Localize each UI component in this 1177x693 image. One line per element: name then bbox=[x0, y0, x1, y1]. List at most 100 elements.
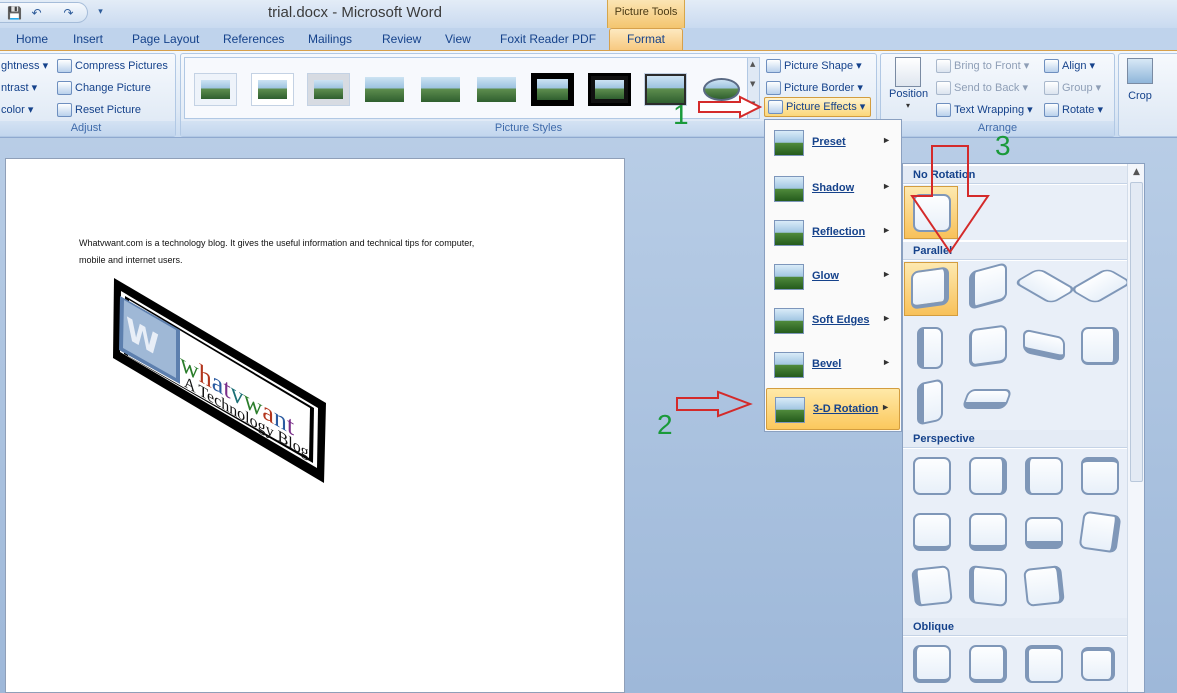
rotate-button[interactable]: Rotate ▾ bbox=[1044, 101, 1103, 119]
tab-insert[interactable]: Insert bbox=[73, 32, 103, 46]
section-no-rotation: No Rotation bbox=[903, 166, 1127, 184]
change-picture-button[interactable]: Change Picture bbox=[57, 79, 151, 97]
tab-home[interactable]: Home bbox=[16, 32, 48, 46]
ribbon-tab-row: Home Insert Page Layout References Maili… bbox=[0, 28, 1177, 50]
bring-to-front-button[interactable]: Bring to Front ▾ bbox=[936, 57, 1029, 75]
crop-icon bbox=[1127, 58, 1153, 84]
parallel-option[interactable] bbox=[917, 327, 943, 369]
position-button[interactable]: Position ▾ bbox=[889, 57, 929, 115]
parallel-option[interactable] bbox=[917, 378, 943, 426]
window-title: trial.docx - Microsoft Word bbox=[268, 4, 442, 21]
oblique-option[interactable] bbox=[1081, 647, 1115, 681]
menu-item-soft-edges[interactable]: Soft Edges ► bbox=[766, 300, 900, 342]
menu-item-preset[interactable]: Preset ► bbox=[766, 122, 900, 164]
crop-button[interactable]: Crop bbox=[1125, 58, 1155, 116]
parallel-option[interactable] bbox=[1023, 328, 1065, 362]
tab-format-label: Format bbox=[626, 32, 665, 46]
parallel-area bbox=[903, 261, 1134, 436]
menu-item-reflection[interactable]: Reflection ► bbox=[766, 212, 900, 254]
perspective-option[interactable] bbox=[969, 565, 1007, 607]
perspective-option[interactable] bbox=[911, 565, 953, 607]
picture-border-icon bbox=[766, 81, 781, 96]
reset-picture-button[interactable]: Reset Picture bbox=[57, 101, 141, 119]
adjust-group: ghtness ▾ ntrast ▾ color ▾ Compress Pict… bbox=[0, 53, 176, 137]
brightness-button[interactable]: ghtness ▾ bbox=[1, 57, 48, 75]
picture-style-thumb[interactable] bbox=[251, 73, 294, 106]
picture-style-thumb[interactable] bbox=[475, 73, 518, 106]
scroll-up-icon[interactable]: ▲ bbox=[1128, 164, 1144, 181]
text-wrapping-button[interactable]: Text Wrapping ▾ bbox=[936, 101, 1033, 119]
crop-label: Crop bbox=[1128, 90, 1152, 102]
parallel-option[interactable] bbox=[969, 324, 1007, 368]
parallel-option[interactable] bbox=[969, 261, 1007, 311]
parallel-option[interactable] bbox=[961, 389, 1013, 409]
perspective-option[interactable] bbox=[1081, 457, 1119, 495]
tab-format[interactable]: Format bbox=[609, 28, 683, 50]
contrast-button[interactable]: ntrast ▾ bbox=[1, 79, 37, 97]
tab-references[interactable]: References bbox=[223, 32, 284, 46]
picture-effects-button[interactable]: Picture Effects ▾ bbox=[764, 97, 871, 117]
parallel-option[interactable] bbox=[1012, 267, 1078, 305]
picture-style-thumb[interactable] bbox=[194, 73, 237, 106]
3d-rotation-gallery: No Rotation Parallel Perspective Oblique… bbox=[902, 163, 1145, 693]
tab-page-layout[interactable]: Page Layout bbox=[132, 32, 199, 46]
send-to-back-icon bbox=[936, 81, 951, 96]
submenu-arrow-icon: ► bbox=[882, 135, 891, 145]
perspective-option[interactable] bbox=[969, 457, 1007, 495]
perspective-option[interactable] bbox=[913, 457, 951, 495]
menu-item-shadow[interactable]: Shadow ► bbox=[766, 168, 900, 210]
undo-icon[interactable]: ↶ bbox=[28, 5, 45, 21]
perspective-option[interactable] bbox=[1025, 517, 1063, 549]
group-icon bbox=[1044, 81, 1059, 96]
perspective-option[interactable] bbox=[1078, 510, 1122, 554]
picture-tools-label: Picture Tools bbox=[614, 6, 678, 18]
oblique-option[interactable] bbox=[969, 645, 1007, 683]
customize-qat-icon[interactable]: ▾ bbox=[92, 4, 109, 20]
arrange-group: Position ▾ Bring to Front ▾ Send to Back… bbox=[880, 53, 1115, 137]
no-rotation-area bbox=[903, 185, 1127, 240]
group-button[interactable]: Group ▾ bbox=[1044, 79, 1101, 97]
adjust-group-label: Adjust bbox=[0, 121, 175, 136]
oblique-option[interactable] bbox=[913, 645, 951, 683]
menu-item-bevel[interactable]: Bevel ► bbox=[766, 344, 900, 386]
preset-icon bbox=[774, 130, 804, 156]
menu-item-glow[interactable]: Glow ► bbox=[766, 256, 900, 298]
picture-style-thumb[interactable] bbox=[531, 73, 574, 106]
save-icon[interactable]: 💾 bbox=[6, 5, 23, 21]
align-button[interactable]: Align ▾ bbox=[1044, 57, 1095, 75]
compress-pictures-button[interactable]: Compress Pictures bbox=[57, 57, 168, 75]
picture-style-thumb[interactable] bbox=[363, 73, 406, 106]
send-to-back-button[interactable]: Send to Back ▾ bbox=[936, 79, 1028, 97]
parallel-option[interactable] bbox=[1068, 267, 1134, 305]
tab-view[interactable]: View bbox=[445, 32, 471, 46]
document-line-2: mobile and internet users. bbox=[79, 255, 183, 265]
parallel-option[interactable] bbox=[1081, 327, 1119, 365]
scrollbar-thumb[interactable] bbox=[1130, 182, 1143, 482]
position-icon bbox=[895, 57, 921, 87]
picture-style-thumb[interactable] bbox=[588, 73, 631, 106]
submenu-arrow-icon: ► bbox=[882, 357, 891, 367]
picture-style-thumb[interactable] bbox=[307, 73, 350, 106]
picture-style-thumb[interactable] bbox=[700, 73, 743, 106]
picture-shape-button[interactable]: Picture Shape ▾ bbox=[766, 57, 862, 75]
picture-style-thumb[interactable] bbox=[419, 73, 462, 106]
perspective-option[interactable] bbox=[1025, 457, 1063, 495]
oblique-option[interactable] bbox=[1025, 645, 1063, 683]
perspective-option[interactable] bbox=[1023, 565, 1065, 607]
gallery-scrollbar[interactable]: ▲ bbox=[1127, 164, 1144, 692]
parallel-option-selected[interactable] bbox=[904, 262, 958, 316]
picture-border-button[interactable]: Picture Border ▾ bbox=[766, 79, 863, 97]
document-body-text[interactable]: Whatvwant.com is a technology blog. It g… bbox=[79, 235, 579, 269]
tab-foxit-reader-pdf[interactable]: Foxit Reader PDF bbox=[500, 32, 596, 46]
perspective-option[interactable] bbox=[913, 513, 951, 551]
perspective-option[interactable] bbox=[969, 513, 1007, 551]
redo-icon[interactable]: ↷ bbox=[60, 5, 77, 21]
tab-mailings[interactable]: Mailings bbox=[308, 32, 352, 46]
no-rotation-option[interactable] bbox=[904, 186, 958, 239]
gallery-scroll-buttons[interactable]: ▲ ▼ ▼ bbox=[747, 57, 760, 119]
tab-review[interactable]: Review bbox=[382, 32, 421, 46]
menu-item-3d-rotation[interactable]: 3-D Rotation ► bbox=[766, 388, 900, 430]
recolor-button[interactable]: color ▾ bbox=[1, 101, 33, 119]
compress-icon bbox=[57, 59, 72, 74]
position-label: Position bbox=[889, 88, 929, 100]
